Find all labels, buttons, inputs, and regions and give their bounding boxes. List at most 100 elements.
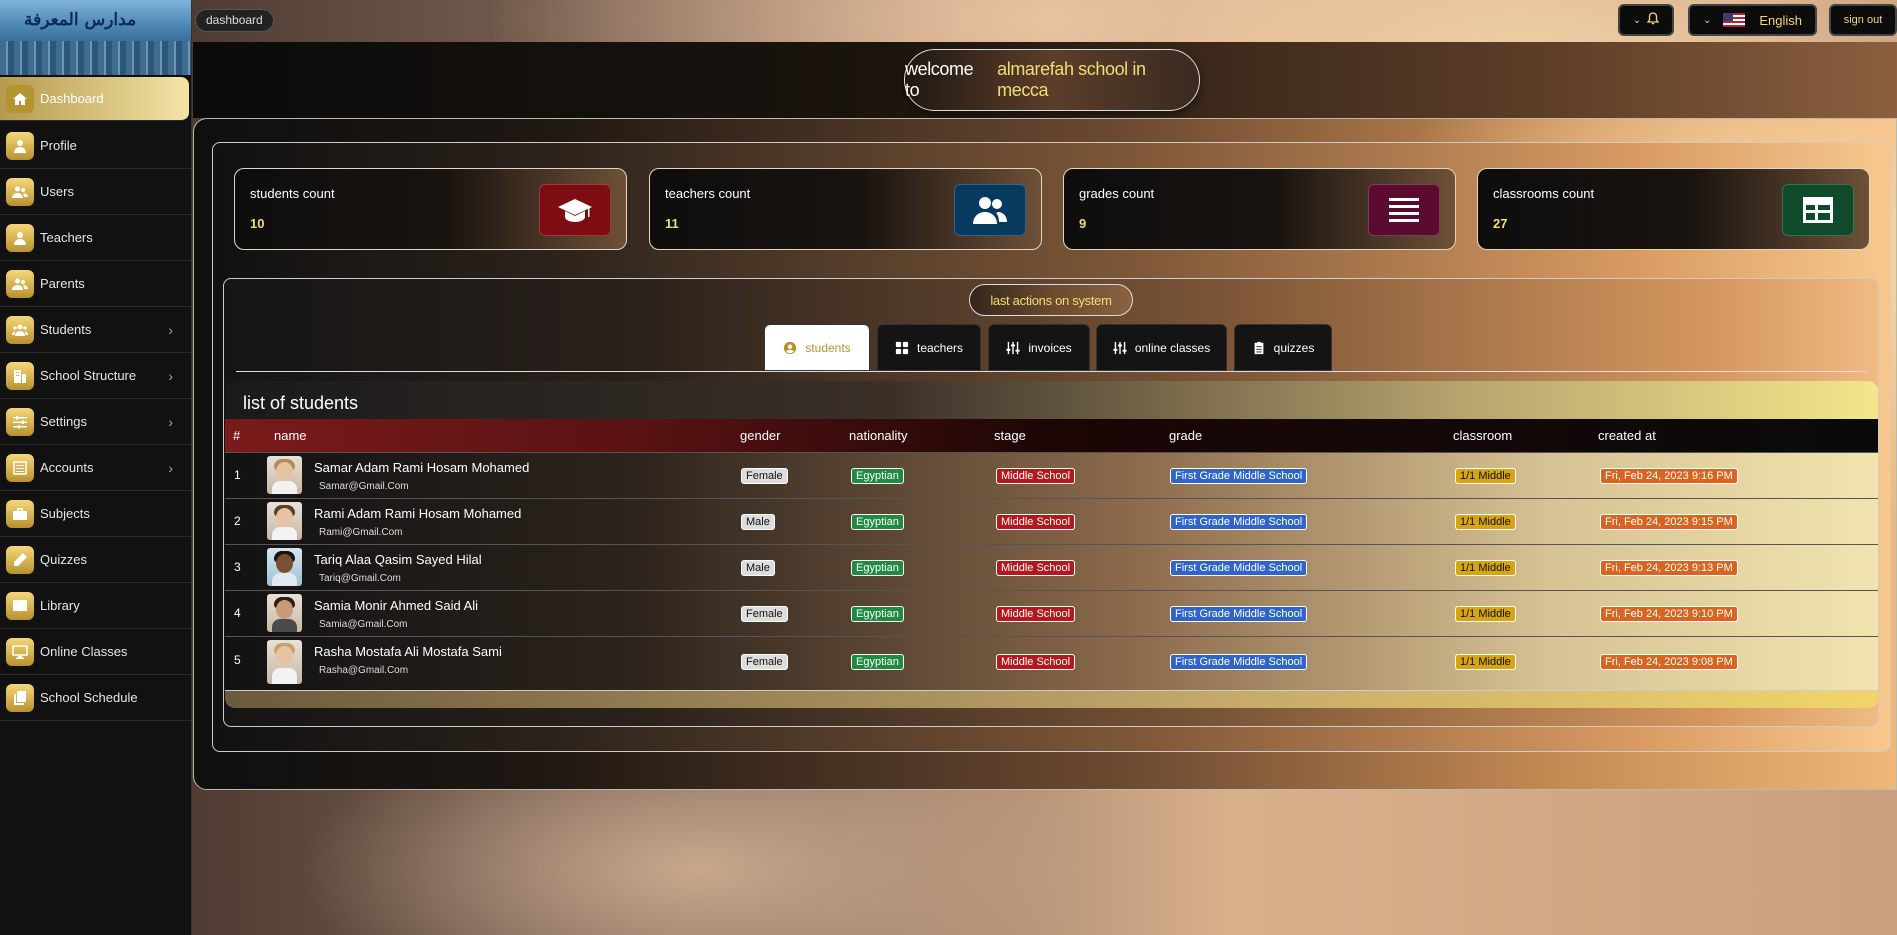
grade-badge: First Grade Middle School — [1170, 468, 1308, 484]
list-footer — [225, 690, 1878, 708]
sidebar-item-label: Accounts — [40, 460, 94, 475]
classroom-badge: 1/1 Middle — [1455, 514, 1516, 530]
grade-badge: First Grade Middle School — [1170, 514, 1308, 530]
tab-quizzes[interactable]: quizzes — [1234, 324, 1332, 371]
sidebar-item-label: Library — [40, 598, 80, 613]
sidebar-item-accounts[interactable]: Accounts › — [0, 445, 191, 491]
graduation-cap-icon — [539, 184, 611, 236]
school-logo[interactable]: مدارس المعرفة — [0, 0, 191, 75]
gender-badge: Female — [741, 468, 788, 484]
tab-online-classes[interactable]: online classes — [1096, 324, 1227, 371]
sidebar-item-label: Users — [40, 184, 74, 199]
language-selector[interactable]: ⌄ English — [1688, 4, 1817, 36]
student-name[interactable]: Tariq Alaa Qasim Sayed Hilal — [314, 552, 482, 567]
chevron-right-icon: › — [168, 459, 173, 476]
list-header — [225, 381, 1878, 419]
sidebar-item-settings[interactable]: Settings › — [0, 399, 191, 445]
chevron-down-icon: ⌄ — [1632, 14, 1642, 26]
sidebar-item-online-classes[interactable]: Online Classes — [0, 629, 191, 675]
created-at-badge: Fri, Feb 24, 2023 9:08 PM — [1600, 654, 1738, 670]
sidebar-item-label: Online Classes — [40, 644, 128, 659]
table-row[interactable]: 4 Samia Monir Ahmed Said Ali Samia@Gmail… — [225, 590, 1878, 636]
notifications-button[interactable]: ⌄ — [1618, 4, 1674, 36]
sidebar-item-label: Settings — [40, 414, 87, 429]
student-name[interactable]: Samar Adam Rami Hosam Mohamed — [314, 460, 529, 475]
sidebar-item-subjects[interactable]: Subjects — [0, 491, 191, 537]
tab-label: invoices — [1028, 340, 1072, 355]
tab-label: teachers — [916, 340, 964, 355]
created-at-badge: Fri, Feb 24, 2023 9:15 PM — [1600, 514, 1738, 530]
table-header: # name gender nationality stage grade cl… — [225, 419, 1878, 452]
grid-icon — [895, 341, 909, 354]
table-row[interactable]: 3 Tariq Alaa Qasim Sayed Hilal Tariq@Gma… — [225, 544, 1878, 590]
student-name[interactable]: Rami Adam Rami Hosam Mohamed — [314, 506, 521, 521]
sidebar-item-library[interactable]: Library — [0, 583, 191, 629]
stage-badge: Middle School — [996, 514, 1076, 530]
classroom-badge: 1/1 Middle — [1455, 606, 1516, 622]
sign-out-button[interactable]: sign out — [1829, 4, 1897, 36]
sidebar-item-label: Students — [40, 322, 92, 337]
column-header: created at — [1598, 428, 1656, 443]
sidebar-item-school-schedule[interactable]: School Schedule — [0, 675, 191, 721]
sidebar-item-label: Quizzes — [40, 552, 87, 567]
tab-label: quizzes — [1273, 340, 1315, 355]
table-row[interactable]: 5 Rasha Mostafa Ali Mostafa Sami Rasha@G… — [225, 636, 1878, 686]
students-count-card[interactable]: students count 10 — [234, 168, 627, 250]
nationality-badge: Egyptian — [851, 606, 904, 622]
building-icon — [6, 361, 34, 390]
sidebar-item-parents[interactable]: Parents — [0, 261, 191, 307]
grade-badge: First Grade Middle School — [1170, 654, 1308, 670]
school-name: almarefah school in mecca — [997, 59, 1146, 100]
grades-count-card[interactable]: grades count 9 — [1063, 168, 1456, 250]
users-icon — [6, 177, 34, 206]
sidebar-item-label: Subjects — [40, 506, 90, 521]
teachers-count-card[interactable]: teachers count 11 — [649, 168, 1042, 250]
student-email: Samia@Gmail.Com — [319, 619, 408, 630]
tab-label: online classes — [1134, 340, 1211, 355]
grade-badge: First Grade Middle School — [1170, 606, 1308, 622]
stage-badge: Middle School — [996, 654, 1076, 670]
classroom-badge: 1/1 Middle — [1455, 560, 1516, 576]
column-header: classroom — [1453, 428, 1513, 443]
sidebar-item-school-structure[interactable]: School Structure › — [0, 353, 191, 399]
tab-students[interactable]: students — [764, 324, 870, 371]
classroom-badge: 1/1 Middle — [1455, 654, 1516, 670]
student-name[interactable]: Samia Monir Ahmed Said Ali — [314, 598, 478, 613]
table-row[interactable]: 1 Samar Adam Rami Hosam Mohamed Samar@Gm… — [225, 452, 1878, 498]
classrooms-count-card[interactable]: classrooms count 27 — [1477, 168, 1870, 250]
sidebar-item-dashboard[interactable]: Dashboard — [0, 77, 189, 121]
sidebar: مدارس المعرفة Dashboard Profile Users Te… — [0, 0, 192, 935]
list-icon — [1368, 184, 1440, 236]
column-header: name — [274, 428, 307, 443]
bell-icon — [1646, 12, 1660, 28]
chevron-right-icon: › — [168, 413, 173, 430]
sidebar-item-students[interactable]: Students › — [0, 307, 191, 353]
last-actions-title: last actions on system — [969, 284, 1133, 316]
student-email: Rasha@Gmail.Com — [319, 665, 409, 676]
sidebar-item-quizzes[interactable]: Quizzes — [0, 537, 191, 583]
copy-icon — [6, 683, 34, 712]
sidebar-item-label: Dashboard — [40, 91, 104, 106]
student-email: Samar@Gmail.Com — [319, 481, 409, 492]
nationality-badge: Egyptian — [851, 654, 904, 670]
tab-invoices[interactable]: invoices — [988, 324, 1090, 371]
row-number: 4 — [234, 606, 241, 620]
tab-teachers[interactable]: teachers — [877, 324, 981, 371]
student-email: Tariq@Gmail.Com — [319, 573, 401, 584]
sidebar-item-users[interactable]: Users — [0, 169, 191, 215]
user-icon — [6, 223, 34, 252]
tab-divider — [236, 371, 1866, 372]
user-icon — [6, 131, 34, 160]
nationality-badge: Egyptian — [851, 560, 904, 576]
avatar — [267, 594, 302, 632]
student-name[interactable]: Rasha Mostafa Ali Mostafa Sami — [314, 644, 502, 659]
chevron-right-icon: › — [168, 367, 173, 384]
row-number: 1 — [234, 468, 241, 482]
stage-badge: Middle School — [996, 606, 1076, 622]
table-row[interactable]: 2 Rami Adam Rami Hosam Mohamed Rami@Gmai… — [225, 498, 1878, 544]
welcome-prefix: welcome to — [905, 59, 974, 100]
sidebar-item-teachers[interactable]: Teachers — [0, 215, 191, 261]
breadcrumb[interactable]: dashboard — [195, 9, 274, 32]
column-header: # — [233, 428, 241, 443]
sidebar-item-profile[interactable]: Profile — [0, 123, 191, 169]
